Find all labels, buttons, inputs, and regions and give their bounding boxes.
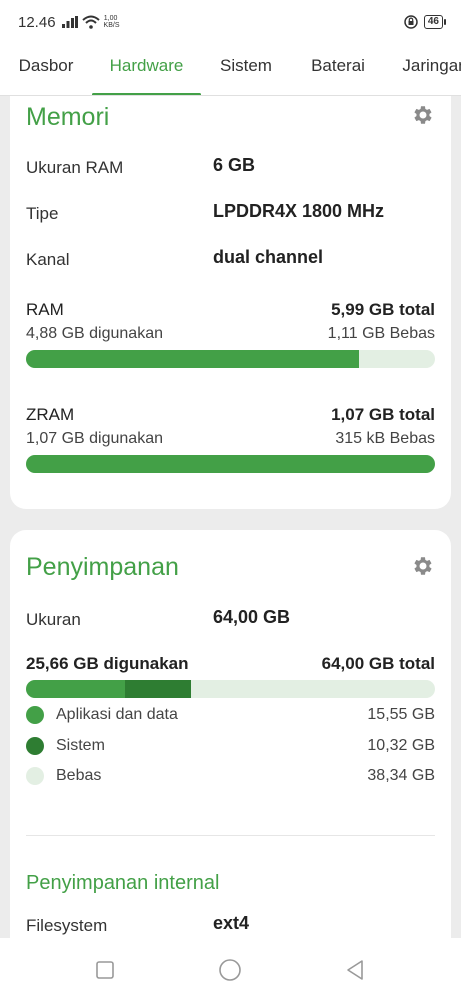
status-time: 12.46	[18, 13, 56, 31]
storage-card: Penyimpanan Ukuran 64,00 GB 25,66 GB dig…	[10, 530, 451, 938]
back-triangle-icon[interactable]	[343, 958, 367, 982]
zram-usage-bar	[26, 455, 435, 473]
zram-free: 315 kB Bebas	[335, 430, 435, 447]
ram-usage-bar	[26, 350, 435, 368]
internal-storage-title: Penyimpanan internal	[26, 872, 220, 894]
filesystem-label: Filesystem	[26, 916, 108, 935]
ram-total: 5,99 GB total	[331, 300, 435, 319]
legend-system-value: 10,32 GB	[367, 737, 435, 754]
ram-used: 4,88 GB digunakan	[26, 325, 163, 342]
wifi-icon	[81, 15, 100, 29]
type-value: LPDDR4X 1800 MHz	[213, 201, 385, 221]
ram-free: 1,11 GB Bebas	[327, 325, 435, 342]
legend-apps: Aplikasi dan data 15,55 GB	[26, 705, 435, 725]
navigation-bar	[0, 938, 461, 1000]
legend-apps-dot	[26, 706, 44, 724]
zram-total: 1,07 GB total	[331, 405, 435, 424]
status-bar: 12.46 1,00 KB/S 46	[0, 0, 461, 44]
storage-title: Penyimpanan	[26, 553, 179, 581]
status-icons: 1,00 KB/S	[61, 15, 120, 29]
zram-usage-fill	[26, 455, 435, 473]
storage-apps-fill	[26, 680, 126, 698]
zram-used: 1,07 GB digunakan	[26, 430, 163, 447]
ram-size-label: Ukuran RAM	[26, 158, 124, 177]
tab-sistem[interactable]: Sistem	[201, 44, 291, 95]
legend-free-name: Bebas	[56, 767, 102, 784]
zram-name: ZRAM	[26, 405, 75, 424]
storage-settings-gear-icon[interactable]	[411, 554, 435, 578]
tab-dasbor[interactable]: Dasbor	[0, 44, 92, 95]
type-label: Tipe	[26, 204, 59, 223]
recents-square-icon[interactable]	[93, 958, 117, 982]
storage-divider	[26, 835, 435, 836]
legend-free-dot	[26, 767, 44, 785]
content-scroll[interactable]: Memori Ukuran RAM 6 GB Tipe LPDDR4X 1800…	[0, 96, 461, 938]
memory-card: Memori Ukuran RAM 6 GB Tipe LPDDR4X 1800…	[10, 96, 451, 509]
channel-label: Kanal	[26, 250, 70, 269]
storage-size-value: 64,00 GB	[213, 607, 291, 627]
storage-system-fill	[125, 680, 192, 698]
tab-hardware[interactable]: Hardware	[92, 44, 201, 95]
legend-free: Bebas 38,34 GB	[26, 766, 435, 786]
battery-icon: 46	[423, 15, 447, 29]
storage-used: 25,66 GB digunakan	[26, 654, 189, 673]
network-speed-unit: KB/S	[103, 22, 120, 29]
signal-icon	[61, 16, 78, 28]
legend-apps-name: Aplikasi dan data	[56, 706, 178, 723]
legend-apps-value: 15,55 GB	[367, 706, 435, 723]
legend-free-value: 38,34 GB	[367, 767, 435, 784]
status-right: 46	[404, 15, 447, 29]
ram-name: RAM	[26, 300, 64, 319]
storage-usage-bar	[26, 680, 435, 698]
ram-usage-fill	[26, 350, 360, 368]
memory-settings-gear-icon[interactable]	[411, 103, 435, 127]
legend-system: Sistem 10,32 GB	[26, 736, 435, 756]
channel-value: dual channel	[213, 247, 324, 267]
tab-bar: Dasbor Hardware Sistem Baterai Jaringan	[0, 44, 461, 96]
legend-system-name: Sistem	[56, 737, 105, 754]
lock-icon	[404, 15, 418, 29]
storage-size-label: Ukuran	[26, 610, 81, 629]
network-speed: 1,00 KB/S	[103, 15, 120, 29]
memory-title: Memori	[26, 103, 110, 131]
home-circle-icon[interactable]	[218, 958, 242, 982]
storage-total: 64,00 GB total	[321, 654, 435, 673]
filesystem-value: ext4	[213, 913, 250, 933]
ram-size-value: 6 GB	[213, 155, 256, 175]
network-speed-value: 1,00	[103, 15, 118, 22]
legend-system-dot	[26, 737, 44, 755]
tab-baterai[interactable]: Baterai	[291, 44, 385, 95]
tab-jaringan[interactable]: Jaringan	[385, 44, 461, 95]
